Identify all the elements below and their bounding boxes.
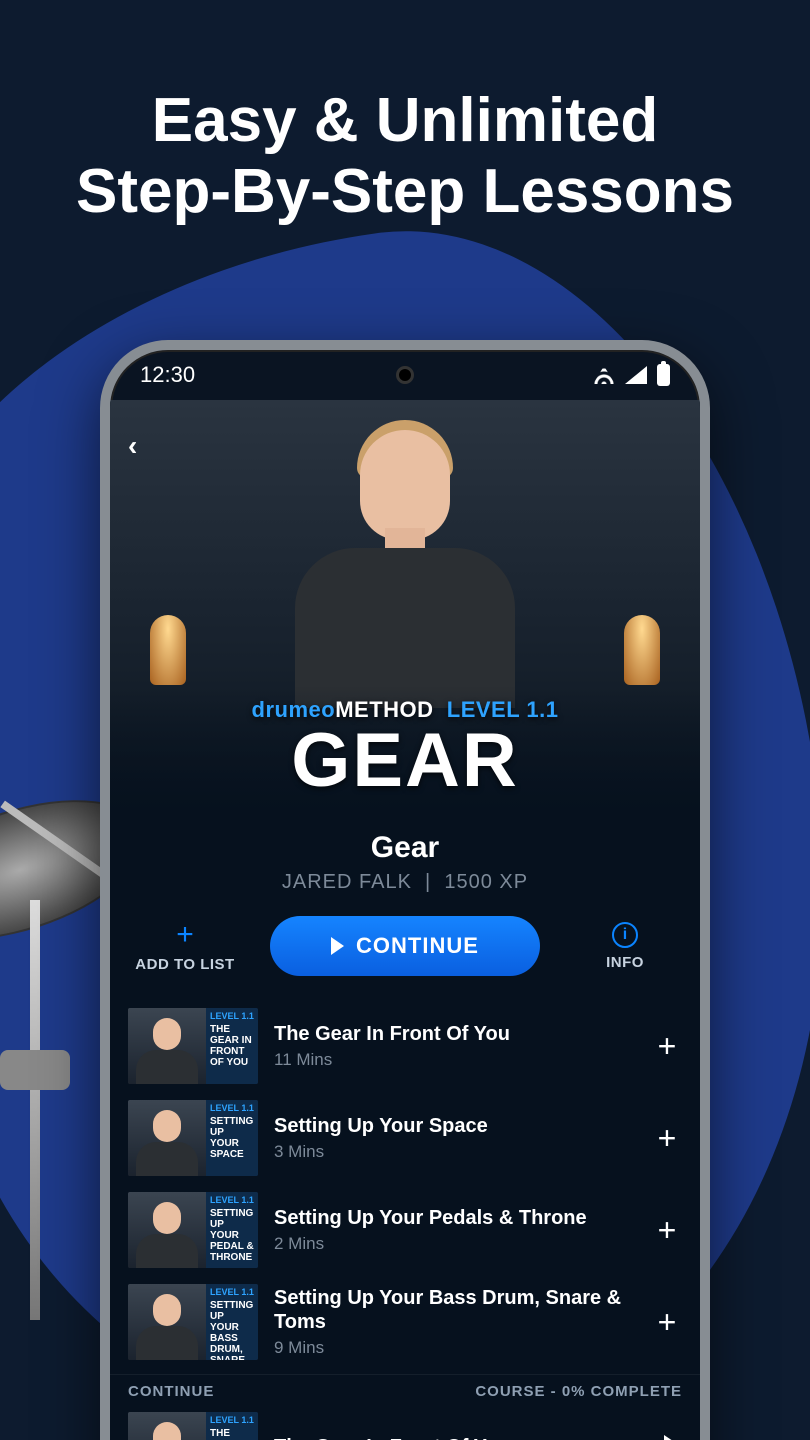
decorative-lamp	[150, 615, 186, 685]
instructor-photo	[295, 400, 515, 690]
info-icon: i	[612, 922, 638, 948]
plus-icon: +	[130, 920, 240, 950]
lesson-duration: 9 Mins	[274, 1338, 636, 1358]
course-hero: ‹ drumeoMETHOD LEVEL 1.1 GEAR	[110, 400, 700, 815]
course-meta: Gear JARED FALK | 1500 XP	[110, 815, 700, 902]
lesson-duration: 2 Mins	[274, 1234, 636, 1254]
course-title: Gear	[110, 831, 700, 865]
add-to-list-button[interactable]: + ADD TO LIST	[130, 920, 240, 973]
now-playing-title: The Gear In Front Of You	[274, 1436, 648, 1440]
lesson-title: Setting Up Your Space	[274, 1114, 636, 1138]
add-to-list-label: ADD TO LIST	[130, 956, 240, 973]
now-playing-thumb: LEVEL 1.1THE GEAR IN FRONT OF YOU	[128, 1412, 258, 1440]
app-screen: ‹ drumeoMETHOD LEVEL 1.1 GEAR Gear JARED…	[110, 400, 700, 1440]
course-xp: 1500 XP	[444, 871, 528, 893]
battery-icon	[657, 364, 670, 386]
course-subtitle: JARED FALK | 1500 XP	[110, 871, 700, 894]
lesson-title: Setting Up Your Bass Drum, Snare & Toms	[274, 1286, 636, 1334]
add-lesson-icon[interactable]: +	[652, 1304, 682, 1341]
now-playing-row[interactable]: LEVEL 1.1THE GEAR IN FRONT OF YOU The Ge…	[110, 1404, 700, 1440]
wifi-icon	[593, 366, 615, 384]
phone-frame: 12:30 ‹ drumeoMETHOD LEVEL 1.1 GEAR Gear	[100, 340, 710, 1440]
info-label: INFO	[570, 954, 680, 971]
promo-headline: Easy & Unlimited Step-By-Step Lessons	[0, 85, 810, 228]
phone-camera	[396, 366, 414, 384]
lesson-title: Setting Up Your Pedals & Throne	[274, 1206, 636, 1230]
lesson-row[interactable]: LEVEL 1.1SETTING UP YOUR PEDAL & THRONE S…	[110, 1184, 700, 1276]
cell-signal-icon	[625, 366, 647, 384]
play-icon	[331, 937, 344, 955]
lesson-row[interactable]: LEVEL 1.1SETTING UP YOUR BASS DRUM, SNAR…	[110, 1276, 700, 1368]
back-button[interactable]: ‹	[128, 430, 137, 462]
continue-button[interactable]: CONTINUE	[270, 916, 540, 976]
lesson-duration: 11 Mins	[274, 1050, 636, 1070]
add-lesson-icon[interactable]: +	[652, 1028, 682, 1065]
footer-progress-label: COURSE - 0% COMPLETE	[475, 1383, 682, 1400]
play-icon[interactable]	[664, 1435, 682, 1440]
lesson-title: The Gear In Front Of You	[274, 1022, 636, 1046]
lesson-row[interactable]: LEVEL 1.1SETTING UP YOUR SPACE Setting Up…	[110, 1092, 700, 1184]
continue-label: CONTINUE	[356, 933, 479, 959]
lesson-thumb: LEVEL 1.1SETTING UP YOUR BASS DRUM, SNAR…	[128, 1284, 258, 1360]
hero-title: GEAR	[252, 723, 559, 799]
instructor-name: JARED FALK	[282, 871, 412, 893]
course-footer-bar: CONTINUE COURSE - 0% COMPLETE	[110, 1374, 700, 1404]
add-lesson-icon[interactable]: +	[652, 1212, 682, 1249]
lesson-thumb: LEVEL 1.1THE GEAR IN FRONT OF YOU	[128, 1008, 258, 1084]
lesson-row[interactable]: LEVEL 1.1THE GEAR IN FRONT OF YOU The Gea…	[110, 1000, 700, 1092]
promo-headline-line1: Easy & Unlimited	[0, 85, 810, 156]
lesson-list[interactable]: LEVEL 1.1THE GEAR IN FRONT OF YOU The Gea…	[110, 1000, 700, 1368]
lesson-duration: 3 Mins	[274, 1142, 636, 1162]
status-time: 12:30	[140, 362, 195, 388]
lesson-thumb: LEVEL 1.1SETTING UP YOUR PEDAL & THRONE	[128, 1192, 258, 1268]
action-row: + ADD TO LIST CONTINUE i INFO	[110, 902, 700, 1000]
lesson-thumb: LEVEL 1.1SETTING UP YOUR SPACE	[128, 1100, 258, 1176]
footer-continue-label[interactable]: CONTINUE	[128, 1383, 214, 1400]
decorative-lamp	[624, 615, 660, 685]
info-button[interactable]: i INFO	[570, 922, 680, 971]
promo-headline-line2: Step-By-Step Lessons	[0, 156, 810, 227]
add-lesson-icon[interactable]: +	[652, 1120, 682, 1157]
